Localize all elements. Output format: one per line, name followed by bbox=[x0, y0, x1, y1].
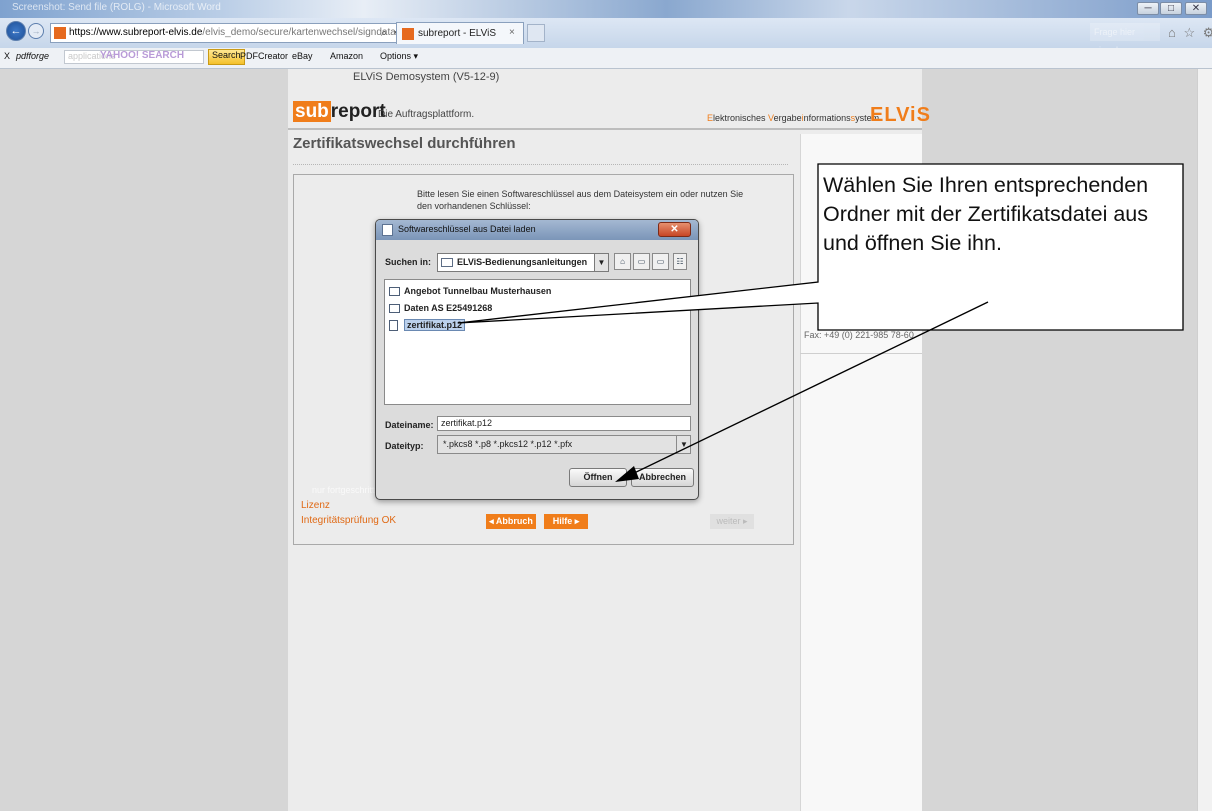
callout-arrowhead bbox=[615, 466, 639, 482]
callout-text: Wählen Sie Ihren entsprechenden Ordner m… bbox=[823, 173, 1149, 255]
callout-arrow-line bbox=[627, 301, 989, 477]
callout-annotation bbox=[457, 163, 1184, 482]
